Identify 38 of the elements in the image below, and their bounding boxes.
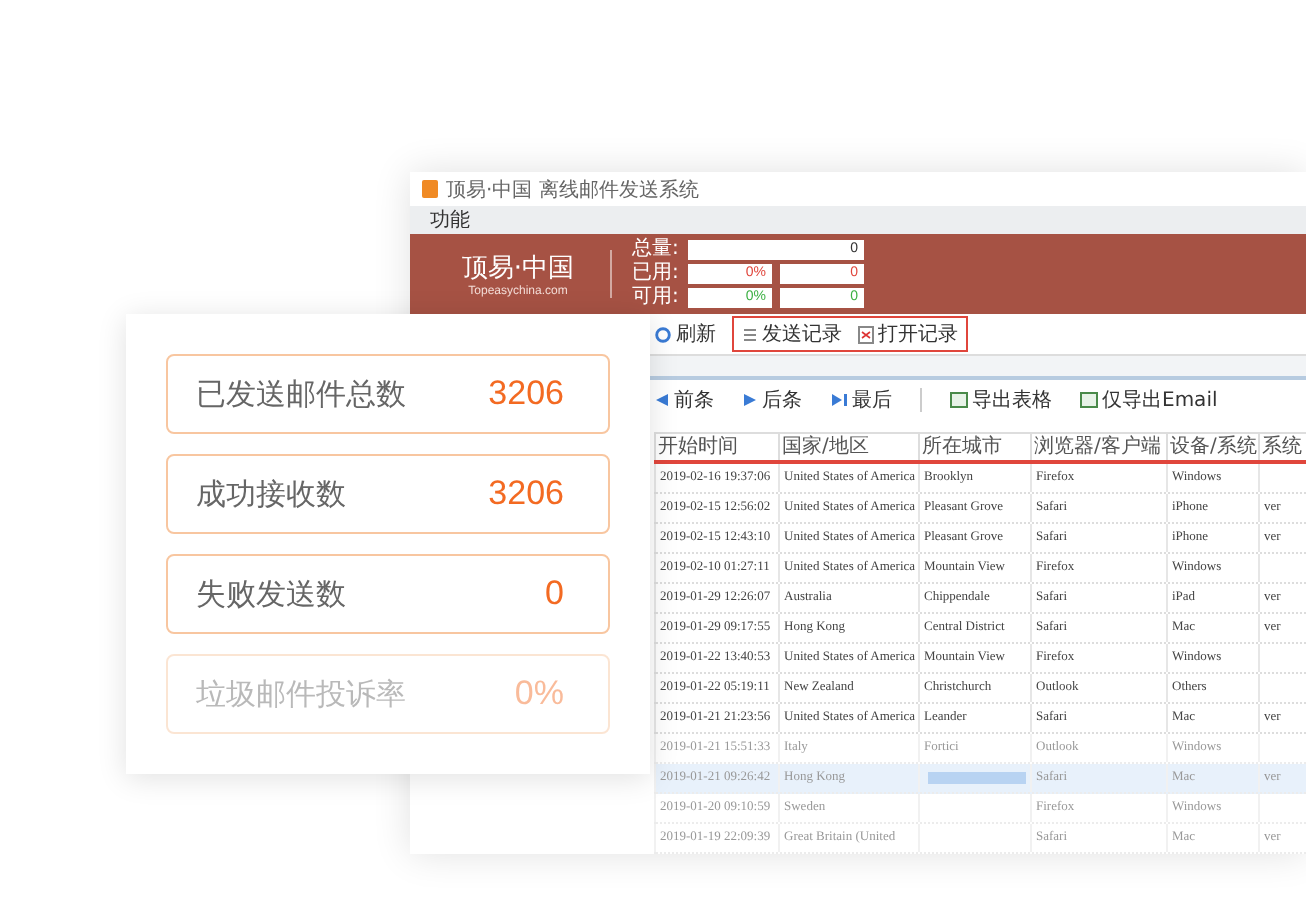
toolbar-button[interactable]: 发送记录 <box>742 320 842 348</box>
spreadsheet-icon <box>950 392 968 408</box>
quota-label: 可用: <box>632 286 680 310</box>
column-header[interactable]: 系统 <box>1258 434 1306 460</box>
stat-label: 成功接收数 <box>196 475 346 513</box>
arrow-right-icon <box>742 392 758 408</box>
toolbar-button[interactable]: 打开记录 <box>858 320 958 348</box>
stat-label: 已发送邮件总数 <box>196 375 406 413</box>
toolbar-button[interactable]: 后条 <box>742 386 802 414</box>
stat-label: 失败发送数 <box>196 575 346 613</box>
toolbar-button[interactable]: 导出表格 <box>950 386 1052 414</box>
window-title: 顶易·中国 离线邮件发送系统 <box>446 177 699 203</box>
toolbar-button[interactable]: 最后 <box>830 386 892 414</box>
refresh-icon <box>654 325 672 343</box>
stat-value: 3206 <box>488 474 564 514</box>
toolbar-button[interactable]: 前条 <box>654 386 714 414</box>
document-icon <box>858 325 874 343</box>
skip-end-icon <box>830 392 848 408</box>
list-icon <box>742 325 758 343</box>
stat-value: 3206 <box>488 374 564 414</box>
toolbar-button[interactable]: 仅导出Email <box>1080 386 1218 414</box>
quota-label: 已用: <box>632 262 680 286</box>
column-header[interactable]: 国家/地区 <box>778 434 918 460</box>
stat-label: 垃圾邮件投诉率 <box>196 675 406 713</box>
app-logo-icon <box>422 180 438 198</box>
column-header[interactable]: 设备/系统 <box>1166 434 1258 460</box>
toolbar-button[interactable]: 刷新 <box>654 320 716 348</box>
quota-label: 总量: <box>632 238 680 262</box>
stat-value: 0% <box>514 674 564 714</box>
spreadsheet-icon <box>1080 392 1098 408</box>
brand-logo: 顶易·中国 <box>461 252 575 285</box>
column-header[interactable]: 开始时间 <box>654 434 778 460</box>
selection-highlight <box>928 772 1026 784</box>
column-header[interactable]: 所在城市 <box>918 434 1030 460</box>
column-header[interactable]: 浏览器/客户端 <box>1030 434 1166 460</box>
menu-item[interactable]: 功能 <box>430 206 470 234</box>
stat-value: 0 <box>545 574 564 614</box>
arrow-left-icon <box>654 392 670 408</box>
